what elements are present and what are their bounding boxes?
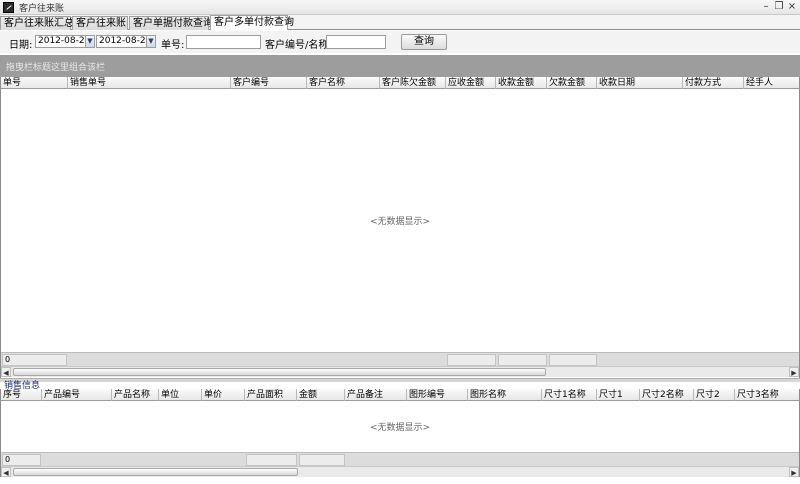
column-header[interactable]: 付款方式: [683, 77, 744, 89]
date-label: 日期:: [9, 40, 33, 51]
date-to-picker[interactable]: 2012-08-27 ▼: [96, 35, 156, 48]
date-to-value: 2012-08-27: [99, 36, 152, 46]
column-header[interactable]: 欠款金额: [547, 77, 597, 89]
filter-bar: 日期: 2012-08-27 ▼ 2012-08-27 ▼ 单号: 客户编号/名…: [0, 31, 800, 53]
tab-multi-payment-query[interactable]: 客户多单付款查询: [210, 15, 294, 30]
column-header[interactable]: 序号: [1, 389, 42, 401]
app-icon: [3, 2, 14, 13]
restore-icon[interactable]: ❐: [773, 1, 785, 13]
scroll-right-icon[interactable]: ▶: [789, 467, 799, 477]
column-header[interactable]: 产品名称: [112, 389, 159, 401]
date-from-value: 2012-08-27: [38, 36, 91, 46]
column-header[interactable]: 尺寸1: [597, 389, 640, 401]
column-header[interactable]: 图形编号: [407, 389, 468, 401]
group-by-panel[interactable]: 拖曳栏标题这里组合该栏: [0, 55, 800, 77]
window-title: 客户往来账: [19, 4, 65, 14]
empty-message: <无数据显示>: [369, 217, 431, 227]
column-header[interactable]: 尺寸1名称: [542, 389, 597, 401]
tab-customer-summary[interactable]: 客户往来账汇总: [0, 16, 74, 30]
column-header[interactable]: 尺寸2: [694, 389, 735, 401]
column-header[interactable]: 尺寸2名称: [640, 389, 694, 401]
date-from-picker[interactable]: 2012-08-27 ▼: [35, 35, 95, 48]
detail-summary-footer: 0: [1, 452, 799, 466]
column-header[interactable]: 客户陈欠金额: [380, 77, 446, 89]
minimize-icon[interactable]: –: [760, 1, 772, 13]
sales-detail-header: 序号 产品编号 产品名称 单位 单价 产品面积 金额 产品备注 图形编号 图形名…: [1, 389, 799, 401]
summary-cell: [299, 454, 345, 466]
column-header[interactable]: 销售单号: [68, 77, 231, 89]
column-header[interactable]: 客户编号: [231, 77, 307, 89]
summary-cell: [447, 354, 496, 366]
column-header[interactable]: 产品备注: [345, 389, 407, 401]
payment-grid-header: 单号 销售单号 客户编号 客户名称 客户陈欠金额 应收金额 收款金额 欠款金额 …: [1, 77, 799, 89]
column-header[interactable]: 收款金额: [496, 77, 547, 89]
column-header[interactable]: 金额: [297, 389, 345, 401]
chevron-down-icon[interactable]: ▼: [146, 36, 155, 47]
sales-detail-grid: 序号 产品编号 产品名称 单位 单价 产品面积 金额 产品备注 图形编号 图形名…: [0, 389, 800, 477]
scroll-left-icon[interactable]: ◀: [1, 467, 11, 477]
tab-strip: 客户往来账汇总 客户往来账 客户单据付款查询 客户多单付款查询: [0, 15, 800, 30]
column-header[interactable]: 经手人: [744, 77, 799, 89]
scroll-thumb[interactable]: [13, 368, 546, 376]
record-count: 0: [2, 354, 67, 366]
record-count: 0: [2, 454, 41, 466]
customer-label: 客户编号/名称:: [265, 40, 332, 51]
scroll-thumb[interactable]: [13, 468, 298, 476]
column-header[interactable]: 尺寸3名称: [735, 389, 799, 401]
column-header[interactable]: 产品面积: [245, 389, 297, 401]
chevron-down-icon[interactable]: ▼: [85, 36, 94, 47]
empty-message: <无数据显示>: [369, 423, 431, 433]
column-header[interactable]: 单价: [202, 389, 245, 401]
order-number-label: 单号:: [161, 40, 185, 51]
summary-cell: [498, 354, 547, 366]
column-header[interactable]: 收款日期: [597, 77, 683, 89]
order-number-input[interactable]: [186, 35, 261, 49]
tab-customer-account[interactable]: 客户往来账: [72, 16, 128, 30]
title-bar: 客户往来账 – ❐ ×: [0, 0, 800, 15]
panel-splitter[interactable]: [0, 378, 800, 382]
payment-grid: 单号 销售单号 客户编号 客户名称 客户陈欠金额 应收金额 收款金额 欠款金额 …: [0, 77, 800, 378]
column-header[interactable]: 客户名称: [307, 77, 380, 89]
query-button[interactable]: 查询: [401, 34, 447, 50]
scroll-right-icon[interactable]: ▶: [789, 367, 799, 377]
summary-cell: [549, 354, 597, 366]
close-icon[interactable]: ×: [786, 1, 798, 13]
column-header[interactable]: 单号: [1, 77, 68, 89]
column-header[interactable]: 应收金额: [446, 77, 496, 89]
horizontal-scrollbar[interactable]: ◀ ▶: [1, 366, 799, 377]
horizontal-scrollbar[interactable]: ◀ ▶: [1, 466, 799, 477]
grid-summary-footer: 0: [1, 352, 799, 366]
column-header[interactable]: 产品编号: [42, 389, 112, 401]
column-header[interactable]: 单位: [159, 389, 202, 401]
summary-cell: [246, 454, 297, 466]
tab-single-payment-query[interactable]: 客户单据付款查询: [129, 16, 213, 30]
customer-input[interactable]: [326, 35, 386, 49]
column-header[interactable]: 图形名称: [468, 389, 542, 401]
scroll-left-icon[interactable]: ◀: [1, 367, 11, 377]
group-by-hint: 拖曳栏标题这里组合该栏: [6, 63, 106, 73]
